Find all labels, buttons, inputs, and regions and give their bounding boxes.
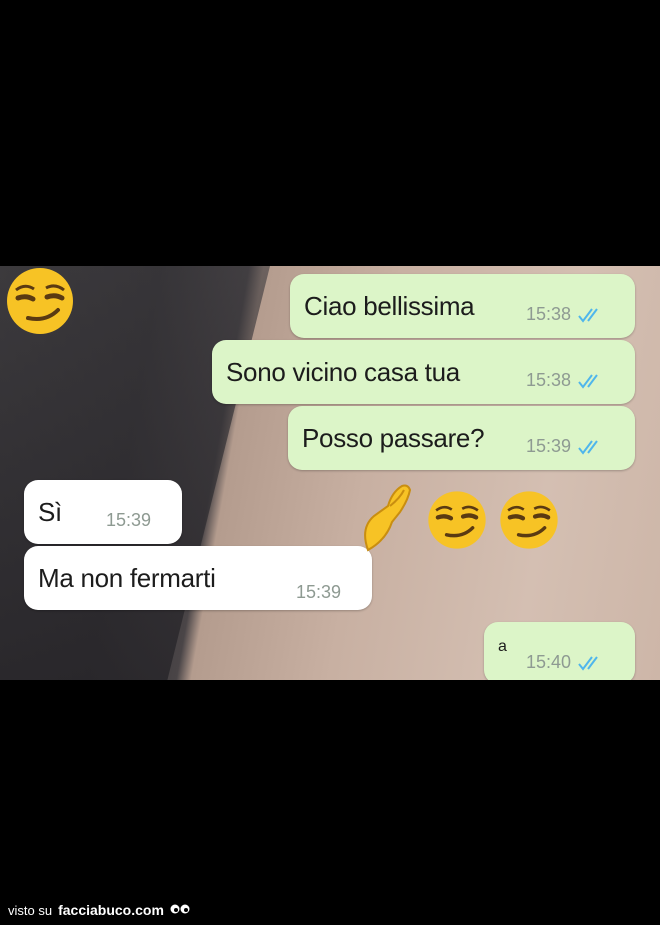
read-ticks-icon [578,373,598,389]
pinched-fingers-emoji [364,484,412,552]
message-meta: 15:38 [526,304,605,325]
smirk-emoji [500,491,558,549]
message-meta: 15:39 [106,510,151,531]
googly-eyes-icon [170,904,190,914]
read-ticks-icon [578,307,598,323]
smirk-emoji [428,491,486,549]
message-text: Sono vicino casa tua [226,357,460,387]
message-time: 15:38 [526,304,572,324]
message-text: Ma non fermarti [38,563,216,593]
watermark-site: facciabuco.com [58,902,164,918]
message-incoming[interactable]: Ma non fermarti 15:39 [24,546,372,610]
message-time: 15:39 [296,582,342,602]
message-outgoing[interactable]: Posso passare? 15:39 [288,406,635,470]
message-time: 15:38 [526,370,572,390]
message-time: 15:39 [106,510,152,530]
message-time: 15:40 [526,652,572,672]
message-meta: 15:39 [526,436,605,457]
smirk-emoji [7,268,73,334]
read-ticks-icon [578,439,598,455]
message-meta: 15:39 [296,582,341,603]
message-outgoing[interactable]: a 15:40 [484,622,635,680]
message-text: Sì [38,497,62,527]
watermark-prefix: visto su [8,902,53,918]
message-outgoing[interactable]: Sono vicino casa tua 15:38 [212,340,635,404]
message-incoming[interactable]: Sì 15:39 [24,480,182,544]
watermark: visto su facciabuco.com [8,902,190,918]
chat-screenshot: Ciao bellissima 15:38 Sono vicino casa t… [0,266,660,680]
message-meta: 15:40 [526,652,605,673]
message-text: Ciao bellissima [304,291,475,321]
message-outgoing[interactable]: Ciao bellissima 15:38 [290,274,635,338]
message-text: a [498,638,507,655]
message-text: Posso passare? [302,423,485,453]
read-ticks-icon [578,655,598,671]
message-time: 15:39 [526,436,572,456]
message-meta: 15:38 [526,370,605,391]
